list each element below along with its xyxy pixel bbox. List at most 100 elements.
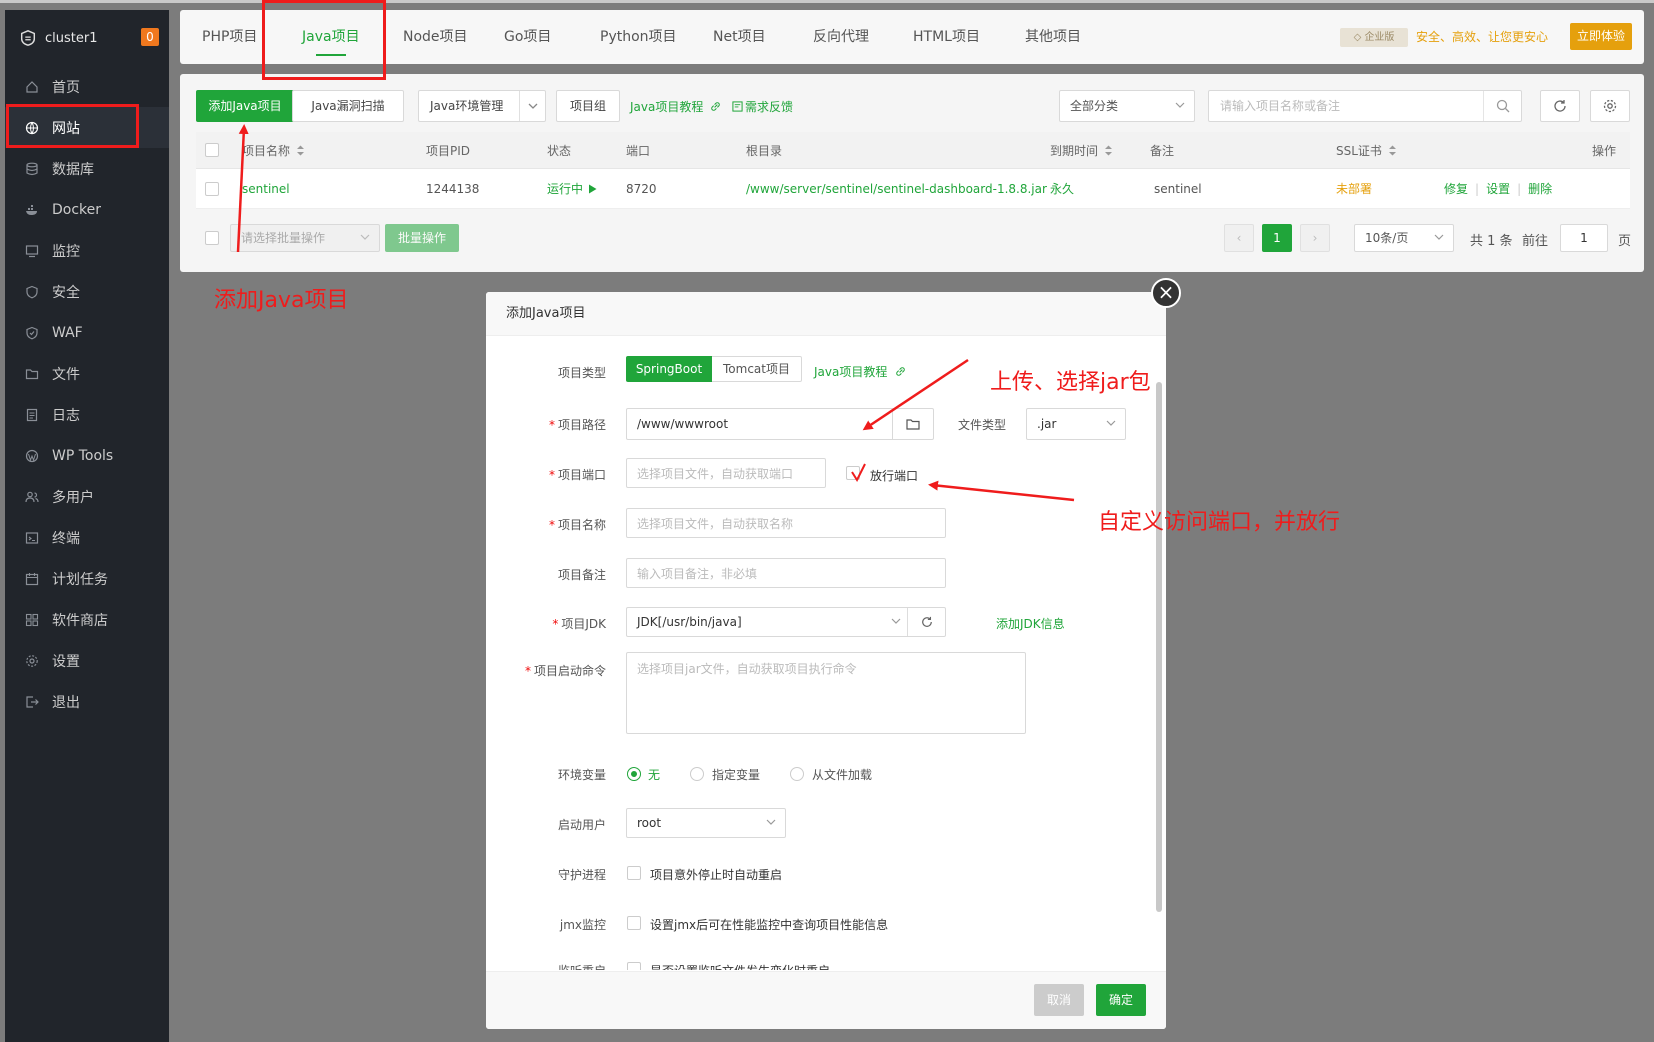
chevron-down-icon xyxy=(766,819,776,825)
tab-5[interactable]: Python项目 xyxy=(600,10,677,64)
delete-action[interactable]: 删除 xyxy=(1528,180,1552,197)
env-file-radio[interactable] xyxy=(790,767,804,781)
separator: | xyxy=(1517,181,1522,196)
file-type-select[interactable]: .jar xyxy=(1026,408,1126,440)
browse-folder-button[interactable] xyxy=(892,408,934,440)
sidebar-item-3[interactable]: 数据库 xyxy=(5,148,169,189)
release-port-checkbox[interactable] xyxy=(846,466,860,484)
goto-page-input[interactable]: 1 xyxy=(1560,224,1608,252)
feedback-link[interactable]: 需求反馈 xyxy=(732,98,793,115)
batch-operation-button[interactable]: 批量操作 xyxy=(385,224,459,252)
daemon-checkbox[interactable] xyxy=(627,866,641,884)
search-button[interactable] xyxy=(1483,91,1521,121)
dialog-scrollbar[interactable] xyxy=(1156,382,1162,912)
server-name[interactable]: cluster1 xyxy=(45,31,97,46)
sidebar-item-15[interactable]: 设置 xyxy=(5,640,169,681)
sidebar-item-13[interactable]: 计划任务 xyxy=(5,558,169,599)
sidebar-item-8[interactable]: 文件 xyxy=(5,353,169,394)
start-command-label: * 项目启动命令 xyxy=(524,664,606,678)
ssl-status[interactable]: 未部署 xyxy=(1336,169,1372,208)
tab-3[interactable]: Node项目 xyxy=(403,10,468,64)
sidebar-item-9[interactable]: 日志 xyxy=(5,394,169,435)
setting-action[interactable]: 设置 xyxy=(1486,180,1510,197)
page-size-select[interactable]: 10条/页 xyxy=(1354,224,1454,252)
env-specify-radio[interactable] xyxy=(690,767,704,781)
project-remark-label: 项目备注 xyxy=(557,568,606,582)
project-root-link[interactable]: /www/server/sentinel/sentinel-dashboard-… xyxy=(746,169,1047,208)
project-remark-input[interactable]: 输入项目备注，非必填 xyxy=(626,558,946,588)
add-jdk-link[interactable]: 添加JDK信息 xyxy=(996,615,1065,632)
link-icon xyxy=(896,367,905,376)
close-dialog-button[interactable]: × xyxy=(1151,278,1181,308)
project-group-button[interactable]: 项目组 xyxy=(556,90,620,122)
tab-9[interactable]: 其他项目 xyxy=(1025,10,1081,64)
project-port-input[interactable]: 选择项目文件，自动获取端口 xyxy=(626,458,826,488)
page-1-button[interactable]: 1 xyxy=(1262,224,1292,252)
category-select[interactable]: 全部分类 xyxy=(1059,90,1195,122)
start-command-textarea[interactable]: 选择项目jar文件，自动获取项目执行命令 xyxy=(626,652,1026,734)
tab-4[interactable]: Go项目 xyxy=(504,10,551,64)
notification-badge[interactable]: 0 xyxy=(141,28,159,46)
java-tutorial-link[interactable]: Java项目教程 xyxy=(630,98,721,115)
project-search-input[interactable]: 请输入项目名称或备注 xyxy=(1208,90,1522,122)
sidebar-item-5[interactable]: 监控 xyxy=(5,230,169,271)
project-expire[interactable]: 永久 xyxy=(1050,169,1074,208)
col-root: 根目录 xyxy=(746,143,783,158)
sidebar-item-14[interactable]: 软件商店 xyxy=(5,599,169,640)
row-checkbox[interactable] xyxy=(205,169,219,208)
tab-8[interactable]: HTML项目 xyxy=(913,10,980,64)
monitor-icon xyxy=(25,244,39,257)
select-all-checkbox[interactable] xyxy=(205,132,219,168)
start-user-select[interactable]: root xyxy=(626,808,786,838)
java-env-manage-button[interactable]: Java环境管理 xyxy=(418,90,546,122)
file-type-label: 文件类型 xyxy=(958,418,1007,432)
col-project-name[interactable]: 项目名称 xyxy=(242,132,305,168)
sidebar-item-4[interactable]: Docker xyxy=(5,189,169,230)
sidebar-item-7[interactable]: WAF xyxy=(5,312,169,353)
tab-1[interactable]: PHP项目 xyxy=(202,10,257,64)
sidebar-item-12[interactable]: 终端 xyxy=(5,517,169,558)
sidebar-item-6[interactable]: 安全 xyxy=(5,271,169,312)
project-remark[interactable]: sentinel xyxy=(1154,169,1202,208)
sidebar-item-1[interactable]: 首页 xyxy=(5,66,169,107)
project-name-input[interactable]: 选择项目文件，自动获取名称 xyxy=(626,508,946,538)
batch-select-all-checkbox[interactable] xyxy=(205,231,219,249)
sidebar-item-11[interactable]: 多用户 xyxy=(5,476,169,517)
jdk-select[interactable]: JDK[/usr/bin/java] xyxy=(626,607,946,637)
tab-7[interactable]: 反向代理 xyxy=(813,10,869,64)
try-now-button[interactable]: 立即体验 xyxy=(1570,23,1632,50)
sidebar-item-label: WP Tools xyxy=(52,447,114,464)
dialog-body: 项目类型 SpringBoot Tomcat项目 Java项目教程 * 项目路径 … xyxy=(486,336,1166,970)
tab-6[interactable]: Net项目 xyxy=(713,10,766,64)
col-expire[interactable]: 到期时间 xyxy=(1050,132,1113,168)
project-path-input[interactable]: /www/wwwroot xyxy=(626,408,894,440)
refresh-jdk-button[interactable] xyxy=(907,608,945,636)
jmx-label: jmx监控 xyxy=(559,918,606,932)
listen-restart-checkbox[interactable] xyxy=(627,962,641,970)
add-java-project-button[interactable]: 添加Java项目 xyxy=(196,90,294,122)
settings-button[interactable] xyxy=(1590,90,1630,122)
refresh-button[interactable] xyxy=(1540,90,1580,122)
tomcat-option[interactable]: Tomcat项目 xyxy=(712,356,802,382)
sidebar-item-10[interactable]: WP Tools xyxy=(5,435,169,476)
env-dropdown-toggle[interactable] xyxy=(519,91,545,121)
confirm-button[interactable]: 确定 xyxy=(1096,984,1146,1016)
jmx-checkbox[interactable] xyxy=(627,916,641,934)
col-remark: 备注 xyxy=(1150,143,1175,158)
springboot-option[interactable]: SpringBoot xyxy=(626,356,712,382)
env-none-radio[interactable] xyxy=(627,767,641,781)
sidebar-item-label: 数据库 xyxy=(52,161,94,178)
cancel-button[interactable]: 取消 xyxy=(1034,984,1084,1016)
repair-action[interactable]: 修复 xyxy=(1444,180,1468,197)
java-vuln-scan-button[interactable]: Java漏洞扫描 xyxy=(292,90,404,122)
col-ssl[interactable]: SSL证书 xyxy=(1336,132,1397,168)
modal-tutorial-link[interactable]: Java项目教程 xyxy=(814,363,906,380)
next-page-button[interactable]: › xyxy=(1300,224,1330,252)
project-status[interactable]: 运行中 xyxy=(547,169,597,208)
project-name-link[interactable]: sentinel xyxy=(242,169,290,208)
sidebar-item-16[interactable]: 退出 xyxy=(5,681,169,722)
wordpress-icon xyxy=(25,449,39,462)
prev-page-button[interactable]: ‹ xyxy=(1224,224,1254,252)
listen-restart-label: 监听重启 xyxy=(486,962,606,970)
batch-operation-select[interactable]: 请选择批量操作 xyxy=(230,224,380,252)
